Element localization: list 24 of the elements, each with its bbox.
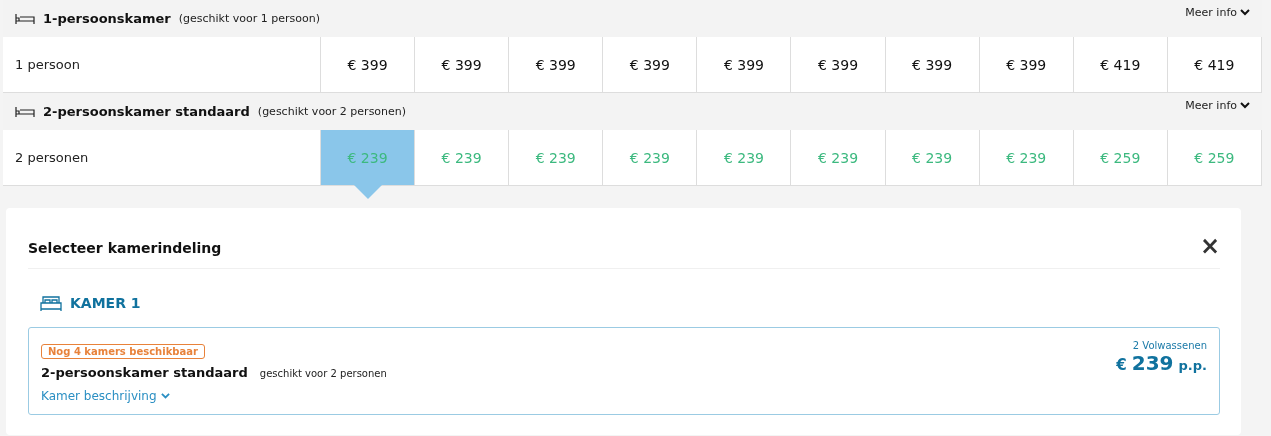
price-suffix: p.p. [1178,358,1207,373]
guests-label: 2 Volwassenen [1131,340,1207,351]
chevron-down-icon [1240,9,1250,16]
more-info-button[interactable]: Meer info [1185,99,1250,112]
panel-title: Selecteer kamerindeling [28,240,222,256]
availability-badge: Nog 4 kamers beschikbaar [41,344,205,359]
currency-symbol: € [1116,356,1127,374]
room-option-card[interactable]: Nog 4 kamers beschikbaar 2-persoonskamer standaard geschikt voor 2 personen Kamer beschrijving 2 Volwassenen € 239 p.p. [28,327,1220,415]
room-suitability: (geschikt voor 1 persoon) [178,12,320,25]
room-heading: KAMER 1 [70,295,141,311]
bed-icon [15,12,35,25]
room-name: 1-persoonskamer [43,11,171,26]
bed-icon [15,105,35,118]
option-name: 2-persoonskamer standaard [41,365,248,380]
chevron-down-icon [1240,102,1250,109]
close-button[interactable]: × [1199,234,1220,258]
description-link[interactable]: Kamer beschrijving [41,389,170,403]
room-suitability: (geschikt voor 2 personen) [257,105,407,118]
chevron-down-icon [160,392,170,400]
more-info-button[interactable]: Meer info [1185,6,1250,19]
option-suitability: geschikt voor 2 personen [259,368,387,379]
bed-icon [40,295,62,311]
price-amount: 239 [1131,351,1174,375]
room-name: 2-persoonskamer standaard [43,104,250,119]
